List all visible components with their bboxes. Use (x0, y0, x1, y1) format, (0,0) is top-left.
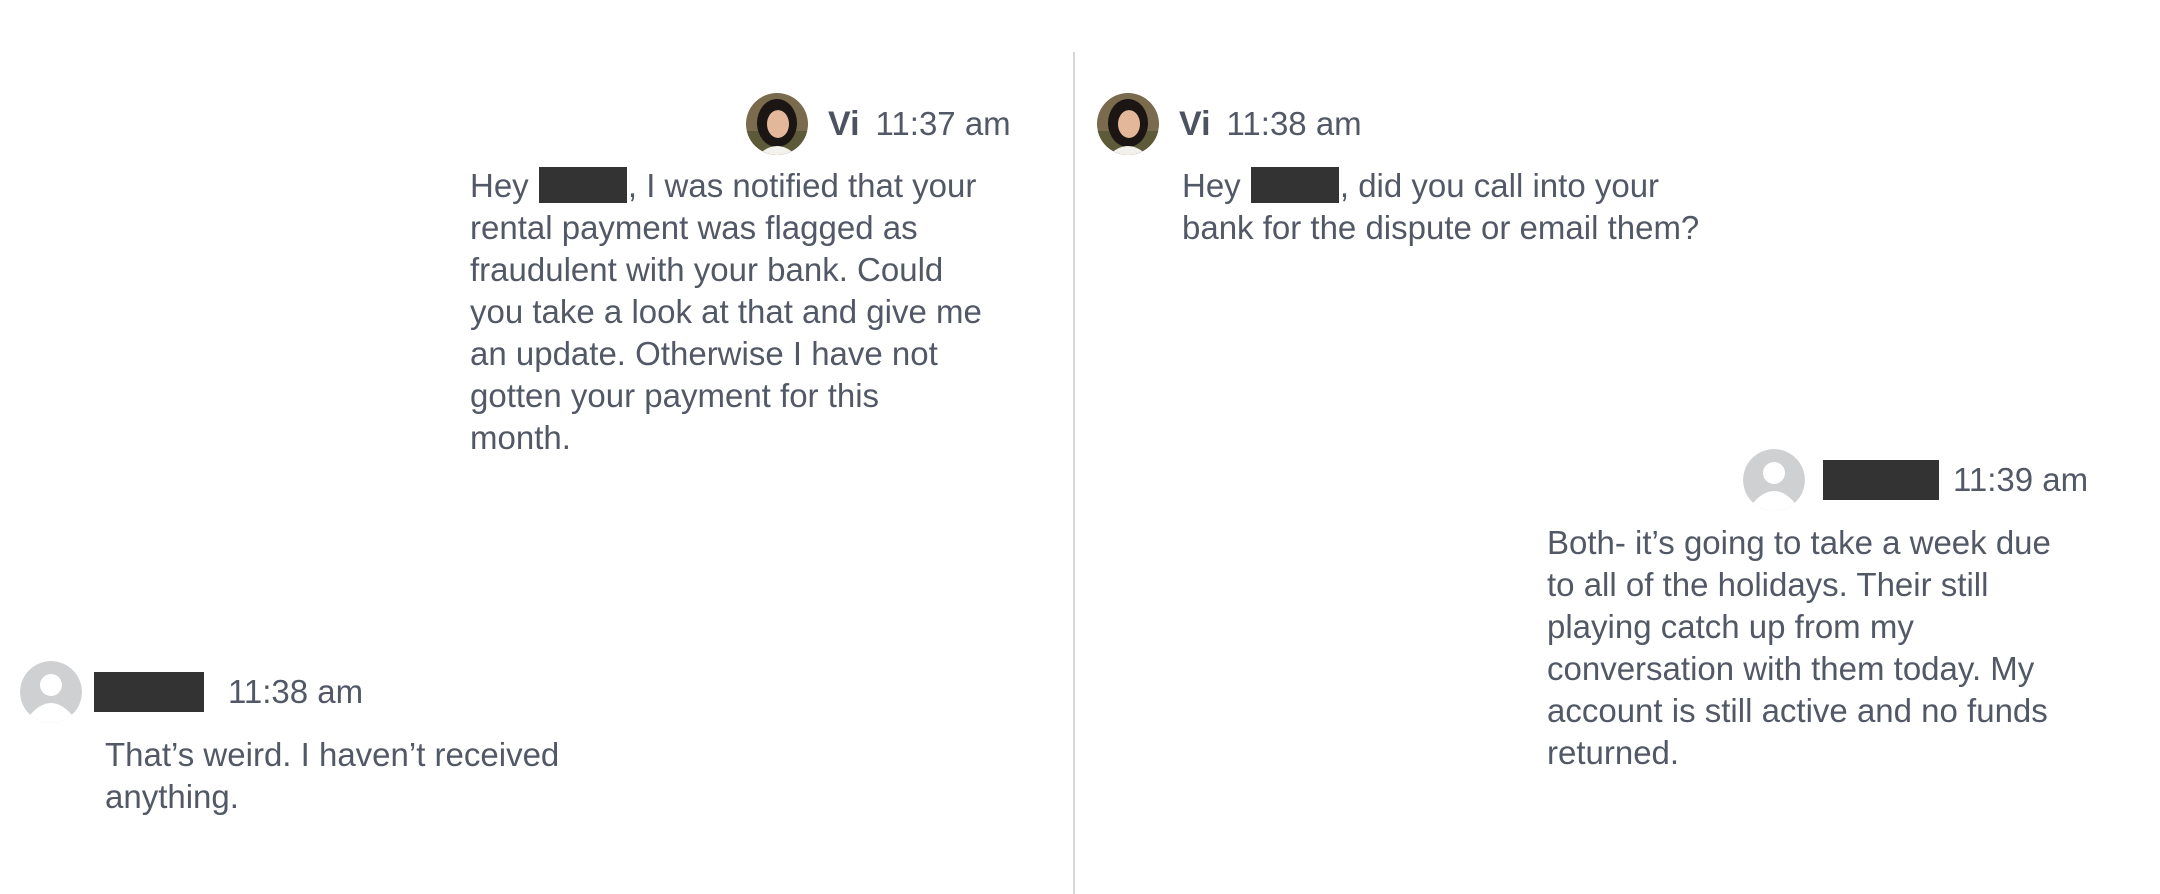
vi-photo-avatar[interactable] (746, 93, 808, 155)
message-text: Hey (470, 167, 538, 204)
message-line: to all of the holidays. Their still (1547, 566, 1989, 603)
redacted-sender-name (1823, 460, 1939, 500)
vi-photo-avatar[interactable] (1097, 93, 1159, 155)
message-header: Vi 11:37 am (746, 93, 1011, 155)
message-timestamp: 11:38 am (228, 673, 364, 710)
sender-name[interactable]: Vi (828, 105, 860, 144)
redacted-name (1250, 167, 1339, 203)
message-line: Hey , did you call into your (1182, 165, 1699, 207)
message-header: 11:39 am (1743, 449, 2088, 511)
message-timestamp: 11:39 am (1953, 461, 2089, 498)
message-line: month. (470, 419, 571, 456)
message-line: fraudulent with your bank. Could (470, 251, 944, 288)
message-line: Both- it’s going to take a week due (1547, 524, 2051, 561)
message-line: account is still active and no funds (1547, 692, 2048, 729)
message-line: That’s weird. I haven’t received (105, 736, 560, 773)
message-body: Hey , I was notified that your rental pa… (470, 165, 982, 459)
message-timestamp: 11:37 am (875, 105, 1011, 142)
message-line: returned. (1547, 734, 1680, 771)
column-divider (1073, 52, 1075, 894)
message-line: an update. Otherwise I have not (470, 335, 938, 372)
message-line: playing catch up from my (1547, 608, 1914, 645)
message-line: rental payment was flagged as (470, 209, 918, 246)
message-line: bank for the dispute or email them? (1182, 209, 1700, 246)
message-header: Vi 11:38 am (1097, 93, 1362, 155)
message-body: Both- it’s going to take a week due to a… (1547, 522, 2051, 774)
message-line: conversation with them today. My (1547, 650, 2035, 687)
redacted-name (538, 167, 627, 203)
message-body: That’s weird. I haven’t received anythin… (105, 734, 559, 818)
redacted-sender-name (94, 672, 204, 712)
message-timestamp: 11:38 am (1226, 105, 1362, 142)
message-line: you take a look at that and give me (470, 293, 982, 330)
message-header: 11:38 am (20, 661, 363, 723)
message-line: anything. (105, 778, 239, 815)
message-line: Hey , I was notified that your (470, 165, 982, 207)
message-body: Hey , did you call into your bank for th… (1182, 165, 1699, 249)
message-text: , I was notified that your (627, 167, 977, 204)
sender-name[interactable]: Vi (1179, 105, 1211, 144)
message-line: gotten your payment for this (470, 377, 880, 414)
message-text: , did you call into your (1339, 167, 1660, 204)
default-user-avatar[interactable] (1743, 449, 1805, 511)
default-user-avatar[interactable] (20, 661, 82, 723)
message-text: Hey (1182, 167, 1250, 204)
